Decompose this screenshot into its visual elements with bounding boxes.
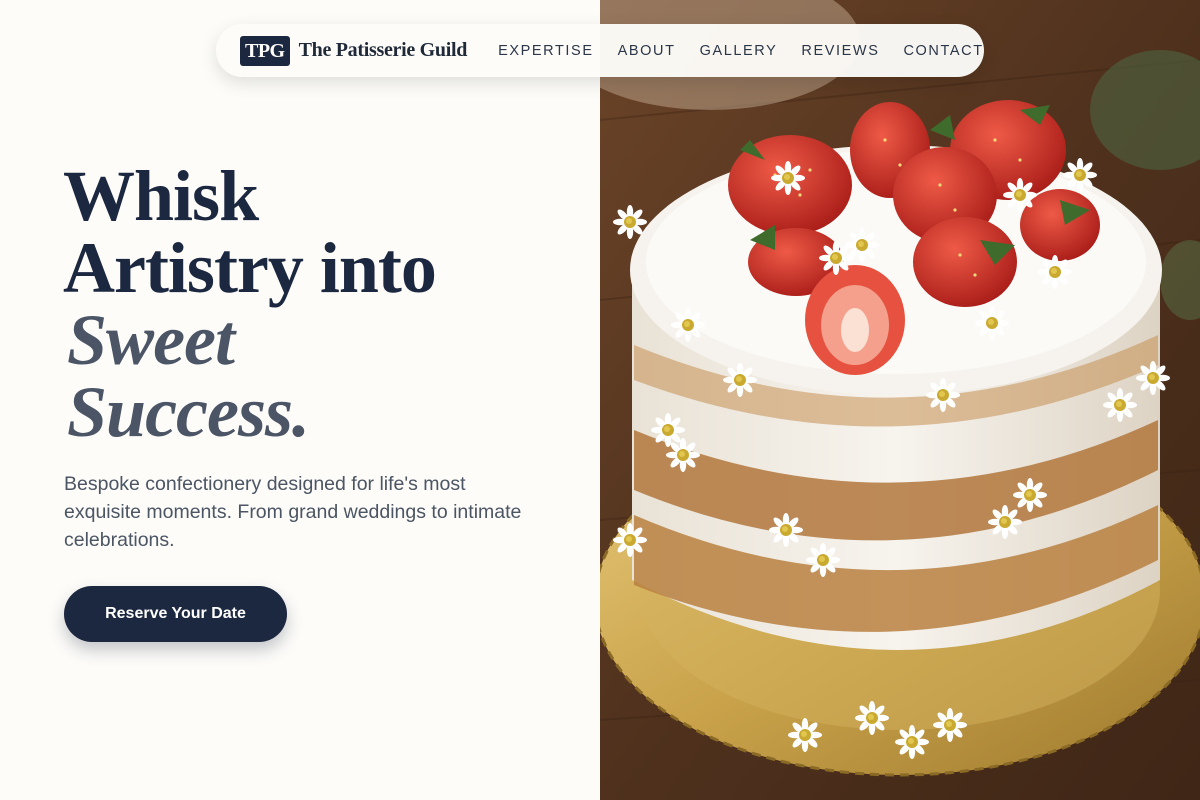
- hero-text-panel: Whisk Artistry into Sweet Success. Bespo…: [0, 0, 600, 800]
- logo-mark[interactable]: TPG: [240, 35, 290, 66]
- hero-title-accent-2: Success.: [67, 372, 310, 452]
- nav-link-about[interactable]: ABOUT: [618, 43, 676, 59]
- hero-title-accent-1: Sweet: [67, 300, 235, 380]
- nav-link-contact[interactable]: CONTACT: [903, 43, 983, 59]
- hero-cake-image: [600, 0, 1200, 800]
- top-navigation: TPG The Patisserie Guild EXPERTISE ABOUT…: [216, 24, 984, 77]
- nav-link-reviews[interactable]: REVIEWS: [801, 43, 879, 59]
- brand-name[interactable]: The Patisserie Guild: [299, 39, 468, 62]
- reserve-date-button[interactable]: Reserve Your Date: [64, 586, 287, 642]
- nav-link-gallery[interactable]: GALLERY: [700, 43, 778, 59]
- nav-link-expertise[interactable]: EXPERTISE: [498, 43, 594, 59]
- hero-title: Whisk Artistry into Sweet Success.: [63, 156, 437, 452]
- cake-illustration: [600, 0, 1200, 800]
- hero-subtitle: Bespoke confectionery designed for life'…: [64, 473, 522, 551]
- hero-title-line-2: Artistry into: [63, 228, 437, 308]
- hero-title-line-1: Whisk: [63, 156, 259, 236]
- nav-links: EXPERTISE ABOUT GALLERY REVIEWS CONTACT: [498, 43, 984, 59]
